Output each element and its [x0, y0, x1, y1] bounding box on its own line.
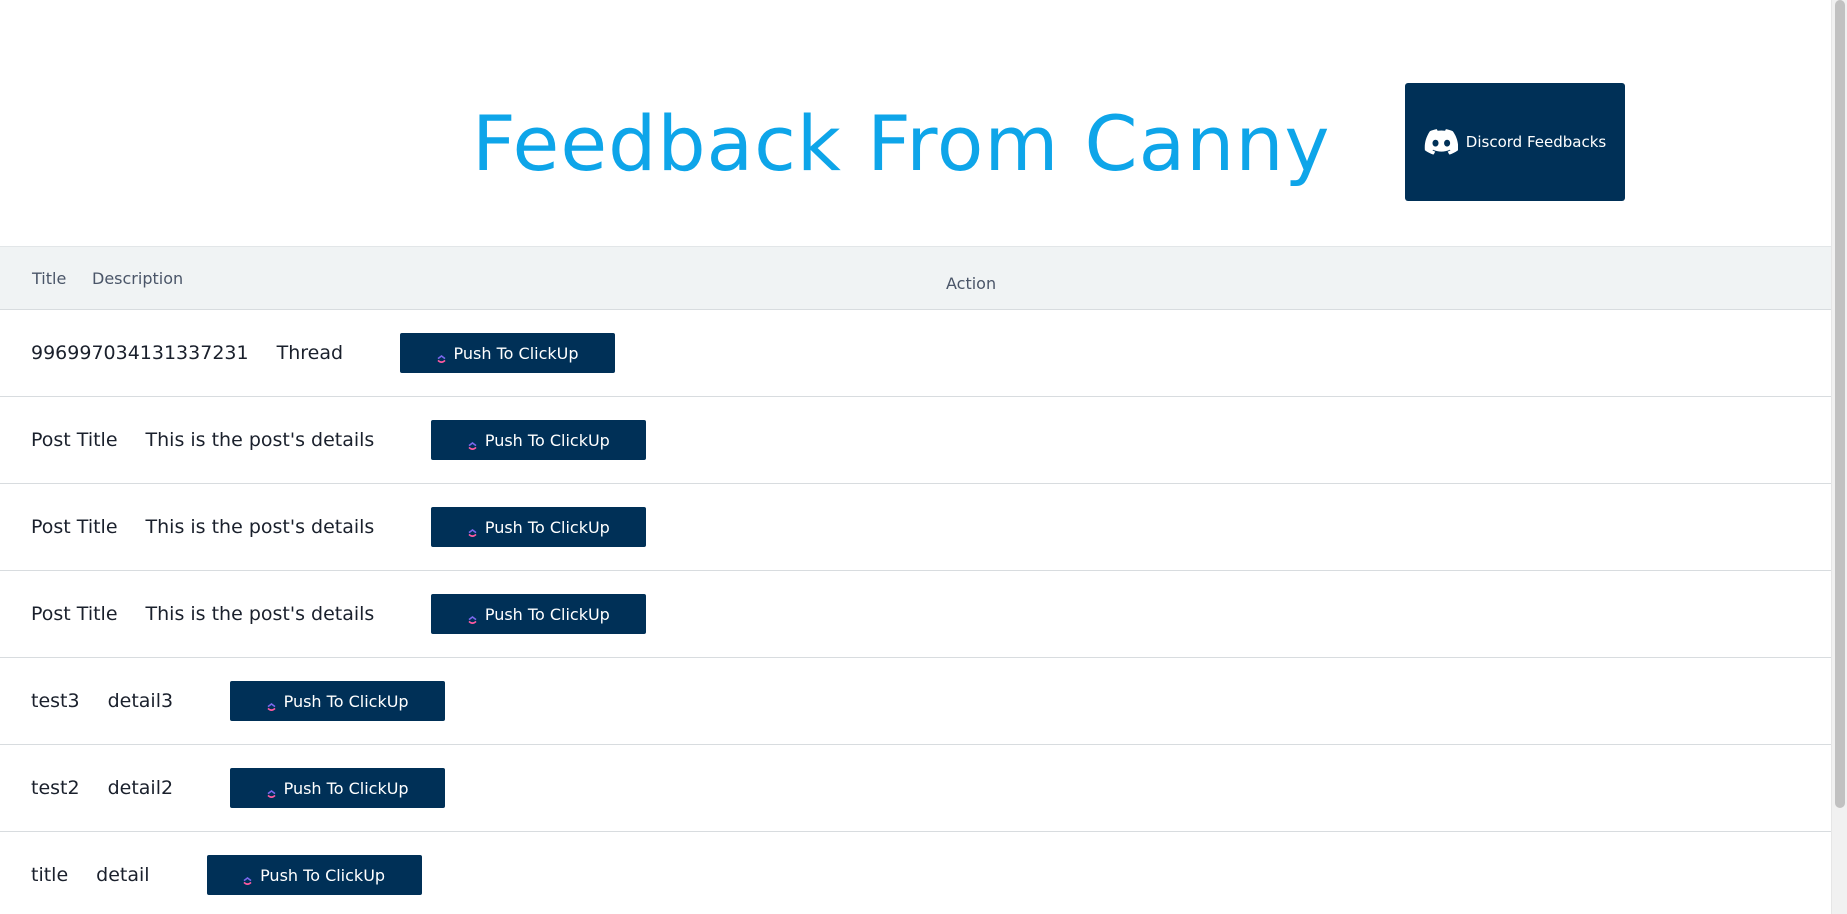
push-button-label: Push To ClickUp	[484, 430, 610, 450]
push-to-clickup-button[interactable]: Push To ClickUp	[206, 855, 422, 895]
push-button-label: Push To ClickUp	[484, 517, 610, 537]
clickup-icon	[267, 697, 276, 711]
column-header-title: Title	[32, 269, 67, 288]
push-button-label: Push To ClickUp	[453, 343, 579, 363]
table-row: test3 detail3 Push To ClickUp	[0, 658, 1831, 745]
column-header-description: Description	[92, 269, 184, 288]
clickup-icon	[267, 784, 276, 798]
row-description: This is the post's details	[145, 603, 375, 625]
discord-button-label: Discord Feedbacks	[1465, 133, 1607, 151]
row-description: This is the post's details	[145, 429, 375, 451]
table-row: test2 detail2 Push To ClickUp	[0, 745, 1831, 832]
clickup-icon	[468, 436, 477, 450]
clickup-icon	[468, 523, 477, 537]
page-title: Feedback From Canny	[472, 99, 1331, 188]
push-to-clickup-button[interactable]: Push To ClickUp	[400, 333, 616, 373]
table-row: Post Title This is the post's details Push…	[0, 397, 1831, 484]
push-button-label: Push To ClickUp	[283, 691, 409, 711]
clickup-icon	[243, 871, 252, 885]
push-button-label: Push To ClickUp	[484, 604, 610, 624]
table-row: title detail Push To ClickUp	[0, 832, 1831, 914]
column-header-action: Action	[946, 274, 997, 293]
push-to-clickup-button[interactable]: Push To ClickUp	[431, 507, 647, 547]
scrollbar-thumb[interactable]	[1835, 0, 1845, 808]
row-title: Post Title	[31, 603, 118, 625]
table-row: Post Title This is the post's details Push…	[0, 484, 1831, 571]
push-to-clickup-button[interactable]: Push To ClickUp	[230, 768, 446, 808]
discord-icon	[1424, 129, 1458, 155]
push-to-clickup-button[interactable]: Push To ClickUp	[230, 681, 446, 721]
row-title: Post Title	[31, 516, 118, 538]
row-description: detail2	[107, 777, 174, 799]
row-title: test2	[31, 777, 80, 799]
table-row: 996997034131337231 Thread Push To ClickUp	[0, 310, 1831, 397]
push-button-label: Push To ClickUp	[283, 778, 409, 798]
row-title: test3	[31, 690, 80, 712]
row-description: This is the post's details	[145, 516, 375, 538]
header: Feedback From Canny Discord Feedbacks	[0, 0, 1831, 246]
push-button-label: Push To ClickUp	[260, 865, 386, 885]
row-description: Thread	[276, 342, 344, 364]
main-content: Feedback From Canny Discord Feedbacks Ti…	[0, 0, 1831, 914]
clickup-icon	[468, 610, 477, 624]
row-description: detail3	[107, 690, 174, 712]
push-to-clickup-button[interactable]: Push To ClickUp	[431, 420, 647, 460]
vertical-scrollbar[interactable]	[1831, 0, 1847, 914]
row-title: title	[31, 864, 69, 886]
row-description: detail	[96, 864, 150, 886]
row-title: 996997034131337231	[31, 342, 249, 364]
clickup-icon	[436, 349, 446, 363]
table-row: Post Title This is the post's details Push…	[0, 571, 1831, 658]
page: Feedback From Canny Discord Feedbacks Ti…	[0, 0, 1847, 914]
table-header: Title Description Action	[0, 246, 1831, 310]
discord-feedbacks-button[interactable]: Discord Feedbacks	[1405, 83, 1625, 201]
push-to-clickup-button[interactable]: Push To ClickUp	[431, 594, 647, 634]
row-title: Post Title	[31, 429, 118, 451]
